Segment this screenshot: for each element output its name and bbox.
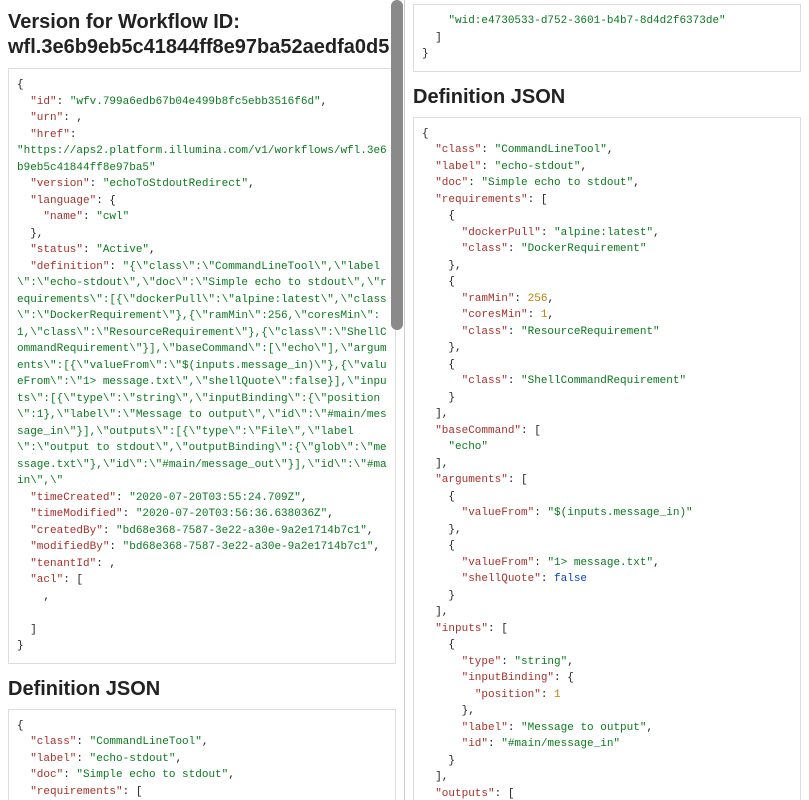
right-definition-heading: Definition JSON: [413, 86, 801, 109]
right-definition-json-block: { "class": "CommandLineTool", "label": "…: [413, 117, 801, 800]
version-heading-prefix: Version for Workflow ID:: [8, 11, 240, 33]
left-scrollbar-track[interactable]: [390, 0, 404, 800]
version-heading-id: wfl.3e6b9eb5c41844ff8e97ba52aedfa0d5: [8, 36, 389, 58]
left-definition-heading: Definition JSON: [8, 678, 396, 701]
right-pane: "wid:e4730533-d752-3601-b4b7-8d4d2f6373d…: [405, 0, 809, 800]
left-scrollbar-thumb[interactable]: [391, 0, 403, 330]
right-top-fragment-block: "wid:e4730533-d752-3601-b4b7-8d4d2f6373d…: [413, 4, 801, 72]
left-pane: Version for Workflow ID: wfl.3e6b9eb5c41…: [0, 0, 405, 800]
version-json-block: { "id": "wfv.799a6edb67b04e499b8fc5ebb35…: [8, 68, 396, 664]
version-heading: Version for Workflow ID: wfl.3e6b9eb5c41…: [8, 10, 396, 60]
split-container: Version for Workflow ID: wfl.3e6b9eb5c41…: [0, 0, 809, 800]
left-definition-json-block: { "class": "CommandLineTool", "label": "…: [8, 709, 396, 800]
